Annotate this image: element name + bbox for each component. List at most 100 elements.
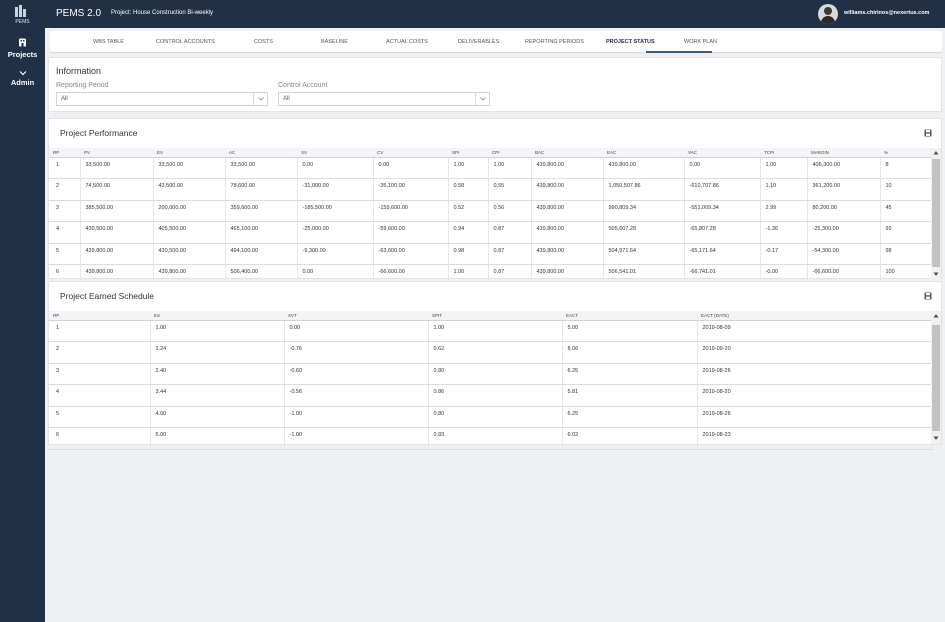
save-icon[interactable] [924, 292, 932, 300]
table-cell: 5 [49, 243, 81, 265]
table-cell: 439,800.00 [531, 200, 604, 222]
table-cell: 494,100.00 [225, 243, 298, 265]
table-cell: 78,600.00 [225, 178, 298, 201]
table-cell: 0.52 [448, 200, 489, 222]
performance-scrollbar[interactable] [931, 148, 941, 279]
table-cell: 1,050,507.86 [603, 178, 685, 201]
table-cell: 3 [49, 200, 81, 222]
table-cell: 0.00 [684, 157, 761, 179]
column-header[interactable]: RP [49, 148, 80, 158]
table-cell: 6 [49, 427, 151, 450]
column-header[interactable]: AC [225, 148, 297, 158]
table-row[interactable]: 5 439,800.00 430,500.00 494,100.00 -9,300.00… [49, 243, 933, 265]
control-account-select[interactable]: All [278, 92, 490, 106]
tab-reporting-periods[interactable]: REPORTING PERIODS [525, 39, 584, 45]
column-header[interactable]: EAC [603, 148, 684, 158]
table-cell: 98 [880, 243, 933, 265]
table-row[interactable]: 1 33,500.00 33,500.00 33,500.00 0.00 0.00 1.00… [49, 157, 933, 179]
column-header[interactable]: SV [297, 148, 373, 158]
project-title: Project: House Construction Bi-weekly [111, 10, 214, 16]
scroll-thumb[interactable] [932, 159, 940, 267]
table-cell: 6.25 [562, 406, 698, 428]
column-header[interactable]: SPIT [428, 311, 562, 321]
reporting-period-select[interactable]: All [56, 92, 268, 106]
table-cell: 10 [880, 178, 933, 201]
table-cell: 92 [880, 221, 933, 244]
table-cell: 1.00 [150, 320, 285, 342]
scroll-down-icon[interactable] [933, 435, 939, 441]
column-header[interactable]: CPI [488, 148, 531, 158]
column-header[interactable]: MARGIN [807, 148, 880, 158]
column-header[interactable]: EACT (DATE) [697, 311, 932, 321]
sidebar-item-projects[interactable]: Projects [0, 38, 45, 59]
table-cell: 0.87 [488, 221, 532, 244]
user-email[interactable]: williams.chirinos@nexertus.com [844, 10, 929, 16]
save-icon[interactable] [924, 129, 932, 137]
table-row[interactable]: 2 74,500.00 43,500.00 78,600.00 -31,000.00 -3… [49, 178, 933, 201]
table-cell: 1.00 [448, 157, 489, 179]
table-cell: -551,009.34 [684, 200, 761, 222]
column-header[interactable]: EV [153, 148, 225, 158]
column-header[interactable]: RP [49, 311, 150, 321]
column-header[interactable]: TCPI [760, 148, 807, 158]
information-panel: Information Reporting Period All Control… [48, 57, 942, 112]
table-cell: -1.00 [284, 427, 429, 450]
control-account-label: Control Account [278, 82, 328, 89]
table-cell: 2019-08-26 [697, 406, 933, 428]
table-row[interactable]: 3 2.40 -0.60 0.80 6.25 2019-08-26 [49, 363, 933, 385]
table-cell: 0.00 [373, 157, 449, 179]
tab-costs[interactable]: COSTS [254, 39, 273, 45]
tab-work-plan[interactable]: WORK PLAN [684, 39, 717, 45]
table-row[interactable]: 6 5.00 -1.00 0.83 6.02 2019-08-23 [49, 427, 933, 450]
table-cell: -65,807.28 [684, 221, 761, 244]
earned-schedule-scrollbar[interactable] [931, 311, 941, 444]
table-cell: 0.56 [488, 200, 532, 222]
table-row[interactable]: 1 1.00 0.00 1.00 5.00 2019-08-09 [49, 320, 933, 342]
column-header[interactable]: VAC [684, 148, 760, 158]
table-cell: 5 [49, 406, 151, 428]
column-header[interactable]: EACT [562, 311, 697, 321]
app-logo[interactable]: PEMS [0, 0, 45, 30]
table-cell: 5.00 [150, 427, 285, 450]
scroll-thumb[interactable] [932, 325, 940, 431]
table-cell: 5.00 [562, 320, 698, 342]
table-cell: -0.17 [760, 243, 808, 265]
building-icon [19, 38, 26, 47]
column-header[interactable]: CV [373, 148, 448, 158]
avatar[interactable] [818, 4, 838, 24]
tab-wbs-table[interactable]: WBS TABLE [93, 39, 124, 45]
table-row[interactable]: 3 385,500.00 200,000.00 359,600.00 -185,500.… [49, 200, 933, 222]
table-cell: -1.00 [284, 406, 429, 428]
table-cell: 8 [880, 157, 933, 179]
table-cell: -59,600.00 [373, 221, 449, 244]
table-row[interactable]: 5 4.00 -1.00 0.80 6.25 2019-08-26 [49, 406, 933, 428]
earned-schedule-header-row: RP ES SVT SPIT EACT EACT (DATE) [49, 311, 932, 321]
column-header[interactable]: % [880, 148, 932, 158]
table-cell: 33,500.00 [80, 157, 154, 179]
chevron-down-icon [253, 93, 267, 105]
tab-deliverables[interactable]: DELIVERABLES [458, 39, 499, 45]
table-row[interactable]: 4 430,500.00 405,500.00 465,100.00 -25,000.0… [49, 221, 933, 244]
column-header[interactable]: SPI [448, 148, 488, 158]
sidebar-item-admin[interactable]: Admin [0, 70, 45, 87]
information-title: Information [56, 66, 102, 76]
column-header[interactable]: PV [80, 148, 153, 158]
table-cell: -65,171.64 [684, 243, 761, 265]
tab-baseline[interactable]: BASELINE [321, 39, 348, 45]
column-header[interactable]: SVT [284, 311, 428, 321]
table-cell: 6.02 [562, 427, 698, 450]
tab-project-status[interactable]: PROJECT STATUS [606, 39, 655, 45]
table-cell: 0.94 [448, 221, 489, 244]
tab-actual-costs[interactable]: ACTUAL COSTS [386, 39, 428, 45]
tab-control-accounts[interactable]: CONTROL ACCOUNTS [156, 39, 215, 45]
scroll-up-icon[interactable] [933, 313, 939, 319]
scroll-down-icon[interactable] [933, 271, 939, 277]
table-row[interactable]: 4 3.44 -0.56 0.86 5.81 2019-08-20 [49, 384, 933, 407]
column-header[interactable]: ES [150, 311, 284, 321]
column-header[interactable]: BAC [531, 148, 603, 158]
table-cell: -159,600.00 [373, 200, 449, 222]
table-row[interactable]: 2 1.24 -0.76 0.62 8.06 2019-09-20 [49, 341, 933, 364]
table-cell: 1.00 [488, 157, 532, 179]
scroll-up-icon[interactable] [933, 150, 939, 156]
table-cell: 0.62 [428, 341, 563, 364]
